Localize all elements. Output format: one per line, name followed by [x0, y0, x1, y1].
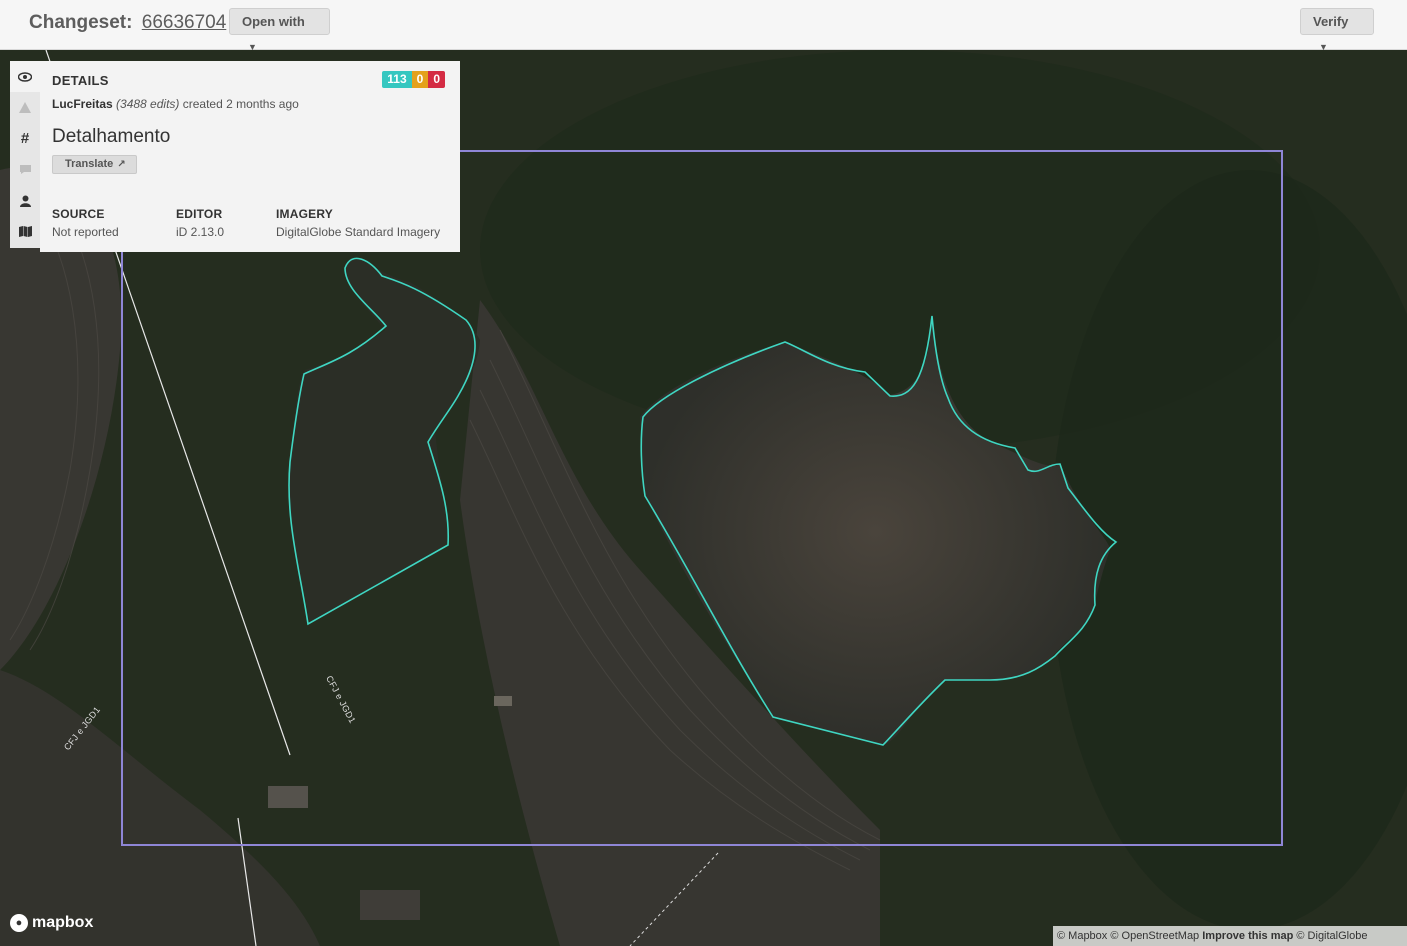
prop-value: DigitalGlobe Standard Imagery: [276, 225, 441, 239]
attribution-mapbox[interactable]: © Mapbox: [1057, 930, 1107, 942]
verify-label: Verify: [1313, 14, 1349, 29]
prop-key: SOURCE: [52, 207, 105, 221]
tab-map[interactable]: [10, 216, 40, 247]
warning-icon: [19, 102, 31, 113]
tab-discussion[interactable]: [10, 154, 40, 185]
created-time: created 2 months ago: [182, 97, 299, 111]
mapbox-logo-icon: ●: [10, 914, 28, 932]
added-count-badge: 113: [382, 71, 412, 88]
mapbox-logo-text: mapbox: [32, 914, 94, 931]
page-title: Changeset: 66636704: [29, 12, 226, 34]
translate-button[interactable]: Translate ↗: [52, 155, 137, 174]
open-with-label: Open with: [242, 14, 305, 29]
mapbox-logo[interactable]: ● mapbox: [10, 914, 93, 932]
tab-flags[interactable]: [10, 92, 40, 123]
user-edit-count: (3488 edits): [116, 97, 180, 111]
eye-icon: [18, 71, 32, 82]
changeset-properties: SOURCE Not reported EDITOR iD 2.13.0 IMA…: [52, 207, 456, 239]
map-attribution: © Mapbox © OpenStreetMap Improve this ma…: [1053, 926, 1407, 946]
comment-icon: [19, 165, 31, 174]
side-tab-bar: #: [10, 61, 40, 248]
prop-value: Not reported: [52, 225, 119, 239]
attribution-osm[interactable]: © OpenStreetMap: [1110, 930, 1199, 942]
user-icon: [19, 195, 31, 207]
verify-button[interactable]: Verify ▼: [1300, 8, 1374, 52]
change-count-badges: 113 0 0: [382, 71, 445, 88]
tab-details[interactable]: [10, 61, 40, 92]
prop-source: SOURCE Not reported: [52, 207, 176, 239]
changeset-id-link[interactable]: 66636704: [142, 12, 227, 33]
chevron-down-icon: ▼: [248, 42, 257, 53]
top-bar: Changeset: 66636704 Open with ▼ Verify ▼: [0, 0, 1407, 52]
hashtag-icon: #: [20, 130, 30, 147]
prop-editor: EDITOR iD 2.13.0: [176, 207, 276, 239]
attribution-digitalglobe: © DigitalGlobe: [1296, 930, 1368, 942]
changeset-meta: LucFreitas (3488 edits) created 2 months…: [52, 97, 448, 111]
translate-label: Translate: [65, 158, 114, 170]
prop-imagery: IMAGERY DigitalGlobe Standard Imagery: [276, 207, 456, 239]
open-with-button[interactable]: Open with ▼: [229, 8, 330, 52]
changeset-comment: Detalhamento: [52, 126, 171, 147]
tab-tags[interactable]: #: [10, 123, 40, 154]
modified-count-badge: 0: [411, 71, 429, 88]
title-prefix: Changeset:: [29, 12, 133, 33]
deleted-count-badge: 0: [428, 71, 445, 88]
prop-key: IMAGERY: [276, 207, 333, 221]
prop-key: EDITOR: [176, 207, 223, 221]
map-icon: [18, 226, 32, 237]
user-link[interactable]: LucFreitas: [52, 97, 113, 111]
tab-user[interactable]: [10, 185, 40, 216]
details-panel: DETAILS 113 0 0 LucFreitas (3488 edits) …: [40, 61, 460, 252]
improve-map-link[interactable]: Improve this map: [1202, 930, 1293, 942]
prop-value: iD 2.13.0: [176, 225, 225, 239]
chevron-down-icon: ▼: [1319, 42, 1328, 53]
external-link-icon: ↗: [117, 159, 126, 170]
